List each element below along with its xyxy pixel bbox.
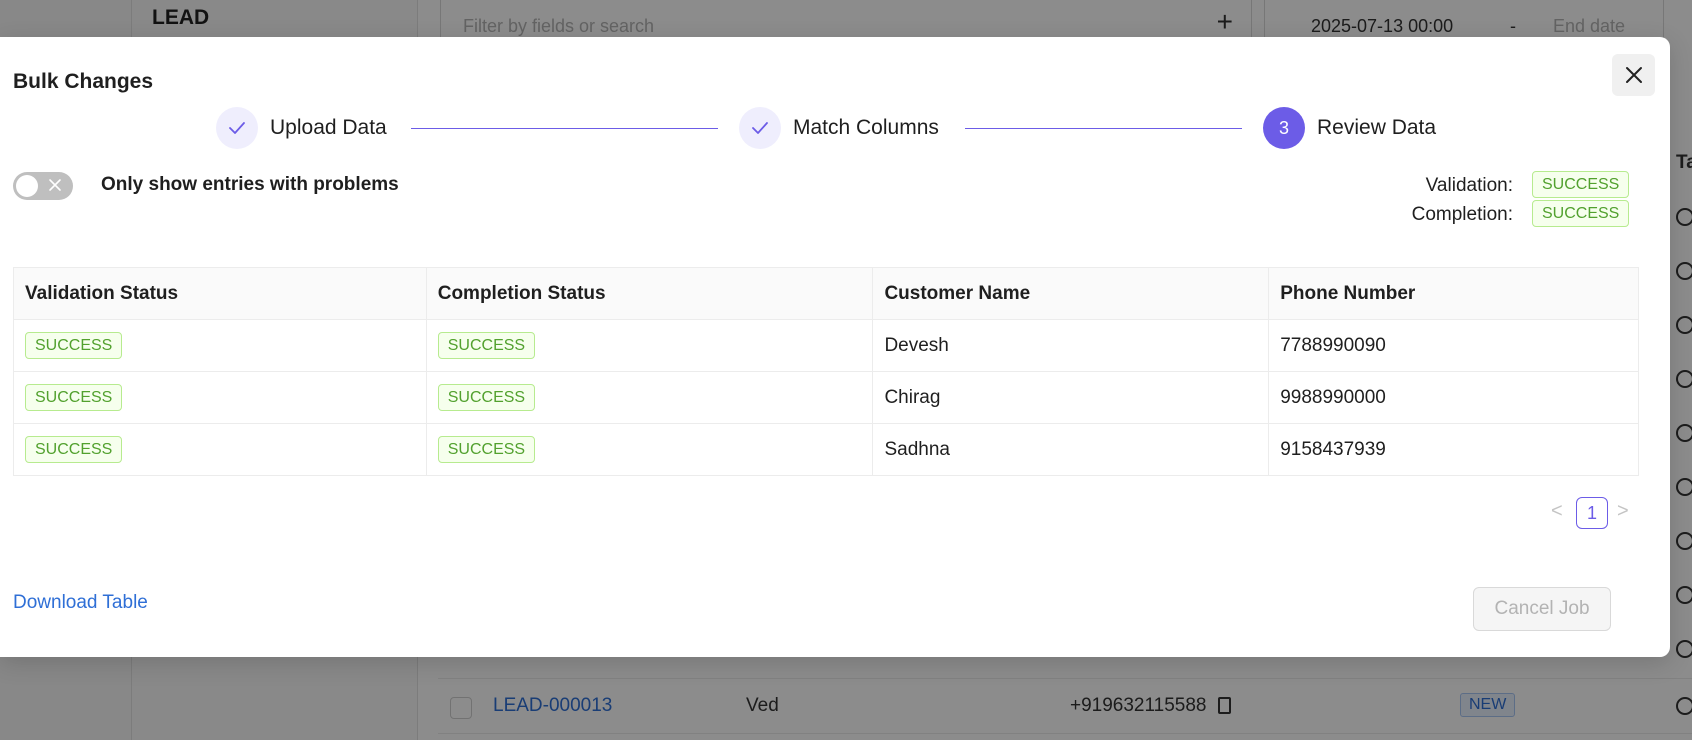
step-review-data: 3 Review Data bbox=[1263, 107, 1436, 149]
step-done-indicator bbox=[216, 107, 258, 149]
completion-cell: SUCCESS bbox=[426, 371, 874, 424]
column-header: Completion Status bbox=[426, 267, 874, 320]
phone-number-cell: 7788990090 bbox=[1268, 319, 1639, 372]
status-badge: SUCCESS bbox=[437, 384, 536, 411]
validation-cell: SUCCESS bbox=[13, 423, 427, 476]
bulk-changes-modal: Bulk Changes Upload Data Match Columns 3… bbox=[0, 37, 1670, 657]
step-upload-data: Upload Data bbox=[216, 107, 387, 149]
completion-label: Completion: bbox=[1411, 204, 1513, 225]
completion-cell: SUCCESS bbox=[426, 423, 874, 476]
pagination-page-1[interactable]: 1 bbox=[1576, 497, 1608, 529]
validation-cell: SUCCESS bbox=[13, 371, 427, 424]
step-done-indicator bbox=[739, 107, 781, 149]
step-number-indicator: 3 bbox=[1263, 107, 1305, 149]
column-header: Phone Number bbox=[1268, 267, 1639, 320]
toggle-knob bbox=[16, 175, 38, 197]
step-label: Match Columns bbox=[793, 116, 939, 139]
status-badge: SUCCESS bbox=[437, 436, 536, 463]
phone-number-cell: 9158437939 bbox=[1268, 423, 1639, 476]
problems-only-toggle[interactable] bbox=[13, 172, 73, 200]
pagination-next-button[interactable]: > bbox=[1617, 500, 1629, 523]
toggle-label: Only show entries with problems bbox=[101, 174, 399, 195]
close-icon bbox=[1625, 67, 1642, 83]
cancel-job-button[interactable]: Cancel Job bbox=[1473, 587, 1611, 631]
pagination-prev-button[interactable]: < bbox=[1551, 500, 1563, 523]
customer-name-cell: Sadhna bbox=[872, 423, 1270, 476]
close-icon bbox=[49, 179, 61, 191]
step-connector bbox=[965, 128, 1242, 129]
column-header: Customer Name bbox=[872, 267, 1270, 320]
column-header: Validation Status bbox=[13, 267, 427, 320]
modal-title: Bulk Changes bbox=[13, 70, 154, 93]
completion-status-badge: SUCCESS bbox=[1532, 200, 1630, 227]
status-badge: SUCCESS bbox=[25, 384, 123, 411]
phone-number-cell: 9988990000 bbox=[1268, 371, 1639, 424]
table-header-row: Validation Status Completion Status Cust… bbox=[13, 267, 1639, 320]
table-row: SUCCESS SUCCESS Chirag 9988990000 bbox=[13, 371, 1639, 424]
checkmark-icon bbox=[752, 122, 768, 134]
step-connector bbox=[411, 128, 718, 129]
download-table-link[interactable]: Download Table bbox=[13, 592, 148, 614]
validation-label: Validation: bbox=[1425, 175, 1513, 196]
status-badge: SUCCESS bbox=[25, 332, 123, 359]
completion-cell: SUCCESS bbox=[426, 319, 874, 372]
table-row: SUCCESS SUCCESS Sadhna 9158437939 bbox=[13, 423, 1639, 476]
step-label: Upload Data bbox=[270, 116, 387, 139]
step-label: Review Data bbox=[1317, 116, 1437, 139]
close-button[interactable] bbox=[1612, 54, 1655, 96]
validation-status-badge: SUCCESS bbox=[1532, 171, 1630, 198]
status-badge: SUCCESS bbox=[437, 332, 536, 359]
step-match-columns: Match Columns bbox=[739, 107, 939, 149]
review-data-table: Validation Status Completion Status Cust… bbox=[13, 267, 1639, 476]
customer-name-cell: Chirag bbox=[872, 371, 1270, 424]
checkmark-icon bbox=[229, 122, 245, 134]
status-badge: SUCCESS bbox=[25, 436, 123, 463]
customer-name-cell: Devesh bbox=[872, 319, 1270, 372]
table-row: SUCCESS SUCCESS Devesh 7788990090 bbox=[13, 319, 1639, 372]
validation-cell: SUCCESS bbox=[13, 319, 427, 372]
